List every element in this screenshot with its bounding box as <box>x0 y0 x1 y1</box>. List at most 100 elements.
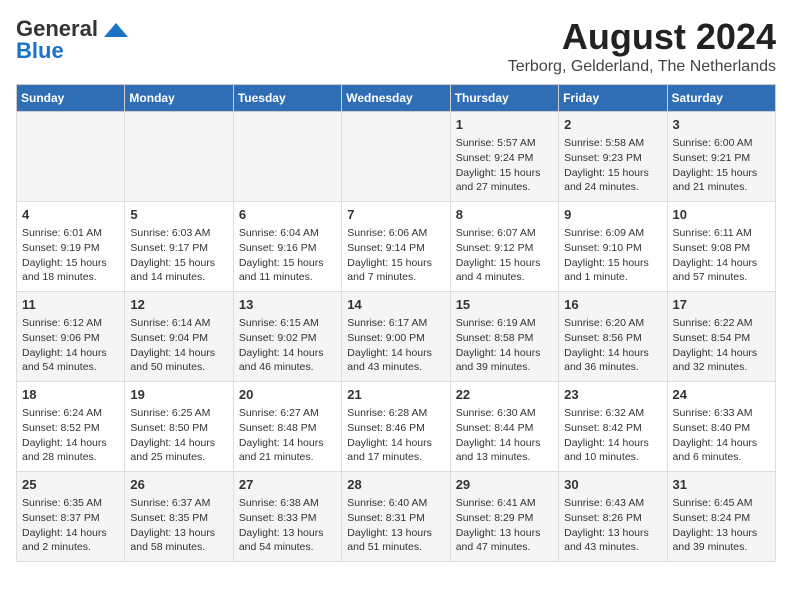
day-number: 20 <box>239 386 336 404</box>
day-content: Sunrise: 6:07 AM Sunset: 9:12 PM Dayligh… <box>456 226 553 285</box>
calendar-cell: 10 Sunrise: 6:11 AM Sunset: 9:08 PM Dayli… <box>667 202 775 292</box>
calendar-cell: 2Sunrise: 5:58 AM Sunset: 9:23 PM Daylig… <box>559 112 667 202</box>
calendar-cell: 5 Sunrise: 6:03 AM Sunset: 9:17 PM Daylig… <box>125 202 233 292</box>
calendar-cell: 15 Sunrise: 6:19 AM Sunset: 8:58 PM Dayli… <box>450 292 558 382</box>
day-number: 1 <box>456 116 553 134</box>
day-content: Sunrise: 6:40 AM Sunset: 8:31 PM Dayligh… <box>347 496 444 555</box>
calendar-cell: 23 Sunrise: 6:32 AM Sunset: 8:42 PM Dayli… <box>559 382 667 472</box>
logo: General Blue <box>16 16 132 64</box>
day-content: Sunrise: 6:03 AM Sunset: 9:17 PM Dayligh… <box>130 226 227 285</box>
day-content: Sunrise: 6:41 AM Sunset: 8:29 PM Dayligh… <box>456 496 553 555</box>
calendar-cell: 22Sunrise: 6:30 AM Sunset: 8:44 PM Dayli… <box>450 382 558 472</box>
column-header-thursday: Thursday <box>450 85 558 112</box>
calendar-cell: 21Sunrise: 6:28 AM Sunset: 8:46 PM Dayli… <box>342 382 450 472</box>
day-number: 5 <box>130 206 227 224</box>
day-number: 9 <box>564 206 661 224</box>
day-content: Sunrise: 6:25 AM Sunset: 8:50 PM Dayligh… <box>130 406 227 465</box>
column-header-monday: Monday <box>125 85 233 112</box>
calendar-cell: 20Sunrise: 6:27 AM Sunset: 8:48 PM Dayli… <box>233 382 341 472</box>
calendar-cell: 8 Sunrise: 6:07 AM Sunset: 9:12 PM Daylig… <box>450 202 558 292</box>
calendar-cell: 27 Sunrise: 6:38 AM Sunset: 8:33 PM Dayli… <box>233 472 341 562</box>
column-header-saturday: Saturday <box>667 85 775 112</box>
calendar-header-row: SundayMondayTuesdayWednesdayThursdayFrid… <box>17 85 776 112</box>
main-title: August 2024 <box>508 16 776 58</box>
day-number: 25 <box>22 476 119 494</box>
calendar-cell: 14Sunrise: 6:17 AM Sunset: 9:00 PM Dayli… <box>342 292 450 382</box>
day-content: Sunrise: 6:06 AM Sunset: 9:14 PM Dayligh… <box>347 226 444 285</box>
day-number: 29 <box>456 476 553 494</box>
logo-blue-text: Blue <box>16 38 64 64</box>
calendar-cell: 7 Sunrise: 6:06 AM Sunset: 9:14 PM Daylig… <box>342 202 450 292</box>
calendar-cell: 13 Sunrise: 6:15 AM Sunset: 9:02 PM Dayli… <box>233 292 341 382</box>
week-row-3: 11 Sunrise: 6:12 AM Sunset: 9:06 PM Dayli… <box>17 292 776 382</box>
day-content: Sunrise: 6:11 AM Sunset: 9:08 PM Dayligh… <box>673 226 770 285</box>
day-number: 2 <box>564 116 661 134</box>
day-content: Sunrise: 6:28 AM Sunset: 8:46 PM Dayligh… <box>347 406 444 465</box>
calendar-cell <box>17 112 125 202</box>
week-row-1: 1Sunrise: 5:57 AM Sunset: 9:24 PM Daylig… <box>17 112 776 202</box>
calendar-cell: 31Sunrise: 6:45 AM Sunset: 8:24 PM Dayli… <box>667 472 775 562</box>
calendar-cell <box>233 112 341 202</box>
calendar-cell: 16Sunrise: 6:20 AM Sunset: 8:56 PM Dayli… <box>559 292 667 382</box>
day-content: Sunrise: 6:24 AM Sunset: 8:52 PM Dayligh… <box>22 406 119 465</box>
day-number: 3 <box>673 116 770 134</box>
day-content: Sunrise: 6:12 AM Sunset: 9:06 PM Dayligh… <box>22 316 119 375</box>
day-number: 23 <box>564 386 661 404</box>
column-header-tuesday: Tuesday <box>233 85 341 112</box>
day-content: Sunrise: 6:04 AM Sunset: 9:16 PM Dayligh… <box>239 226 336 285</box>
calendar-cell: 1Sunrise: 5:57 AM Sunset: 9:24 PM Daylig… <box>450 112 558 202</box>
calendar-cell: 26Sunrise: 6:37 AM Sunset: 8:35 PM Dayli… <box>125 472 233 562</box>
subtitle: Terborg, Gelderland, The Netherlands <box>508 58 776 76</box>
day-content: Sunrise: 6:01 AM Sunset: 9:19 PM Dayligh… <box>22 226 119 285</box>
calendar-cell: 29 Sunrise: 6:41 AM Sunset: 8:29 PM Dayli… <box>450 472 558 562</box>
day-number: 8 <box>456 206 553 224</box>
week-row-2: 4Sunrise: 6:01 AM Sunset: 9:19 PM Daylig… <box>17 202 776 292</box>
calendar-cell: 28Sunrise: 6:40 AM Sunset: 8:31 PM Dayli… <box>342 472 450 562</box>
day-number: 26 <box>130 476 227 494</box>
week-row-4: 18 Sunrise: 6:24 AM Sunset: 8:52 PM Dayli… <box>17 382 776 472</box>
day-content: Sunrise: 6:14 AM Sunset: 9:04 PM Dayligh… <box>130 316 227 375</box>
calendar-cell: 3 Sunrise: 6:00 AM Sunset: 9:21 PM Daylig… <box>667 112 775 202</box>
day-number: 11 <box>22 296 119 314</box>
day-number: 24 <box>673 386 770 404</box>
day-number: 30 <box>564 476 661 494</box>
day-content: Sunrise: 6:22 AM Sunset: 8:54 PM Dayligh… <box>673 316 770 375</box>
day-number: 19 <box>130 386 227 404</box>
day-content: Sunrise: 6:17 AM Sunset: 9:00 PM Dayligh… <box>347 316 444 375</box>
title-area: August 2024 Terborg, Gelderland, The Net… <box>508 16 776 76</box>
calendar-cell: 19 Sunrise: 6:25 AM Sunset: 8:50 PM Dayli… <box>125 382 233 472</box>
calendar-cell <box>125 112 233 202</box>
calendar-cell: 24Sunrise: 6:33 AM Sunset: 8:40 PM Dayli… <box>667 382 775 472</box>
day-number: 18 <box>22 386 119 404</box>
week-row-5: 25 Sunrise: 6:35 AM Sunset: 8:37 PM Dayli… <box>17 472 776 562</box>
day-number: 10 <box>673 206 770 224</box>
calendar-cell: 12Sunrise: 6:14 AM Sunset: 9:04 PM Dayli… <box>125 292 233 382</box>
calendar-cell: 6 Sunrise: 6:04 AM Sunset: 9:16 PM Daylig… <box>233 202 341 292</box>
calendar-cell <box>342 112 450 202</box>
day-content: Sunrise: 6:38 AM Sunset: 8:33 PM Dayligh… <box>239 496 336 555</box>
day-number: 7 <box>347 206 444 224</box>
calendar-table: SundayMondayTuesdayWednesdayThursdayFrid… <box>16 84 776 562</box>
day-content: Sunrise: 6:30 AM Sunset: 8:44 PM Dayligh… <box>456 406 553 465</box>
day-number: 17 <box>673 296 770 314</box>
day-number: 13 <box>239 296 336 314</box>
column-header-wednesday: Wednesday <box>342 85 450 112</box>
day-content: Sunrise: 6:35 AM Sunset: 8:37 PM Dayligh… <box>22 496 119 555</box>
day-number: 15 <box>456 296 553 314</box>
day-content: Sunrise: 6:19 AM Sunset: 8:58 PM Dayligh… <box>456 316 553 375</box>
day-number: 27 <box>239 476 336 494</box>
day-content: Sunrise: 6:00 AM Sunset: 9:21 PM Dayligh… <box>673 136 770 195</box>
day-number: 6 <box>239 206 336 224</box>
header: General Blue August 2024 Terborg, Gelder… <box>16 16 776 76</box>
calendar-cell: 18 Sunrise: 6:24 AM Sunset: 8:52 PM Dayli… <box>17 382 125 472</box>
day-content: Sunrise: 6:15 AM Sunset: 9:02 PM Dayligh… <box>239 316 336 375</box>
column-header-friday: Friday <box>559 85 667 112</box>
day-number: 16 <box>564 296 661 314</box>
calendar-cell: 11 Sunrise: 6:12 AM Sunset: 9:06 PM Dayli… <box>17 292 125 382</box>
calendar-cell: 30 Sunrise: 6:43 AM Sunset: 8:26 PM Dayli… <box>559 472 667 562</box>
calendar-cell: 25 Sunrise: 6:35 AM Sunset: 8:37 PM Dayli… <box>17 472 125 562</box>
day-content: Sunrise: 6:32 AM Sunset: 8:42 PM Dayligh… <box>564 406 661 465</box>
calendar-cell: 4Sunrise: 6:01 AM Sunset: 9:19 PM Daylig… <box>17 202 125 292</box>
column-header-sunday: Sunday <box>17 85 125 112</box>
day-content: Sunrise: 6:43 AM Sunset: 8:26 PM Dayligh… <box>564 496 661 555</box>
